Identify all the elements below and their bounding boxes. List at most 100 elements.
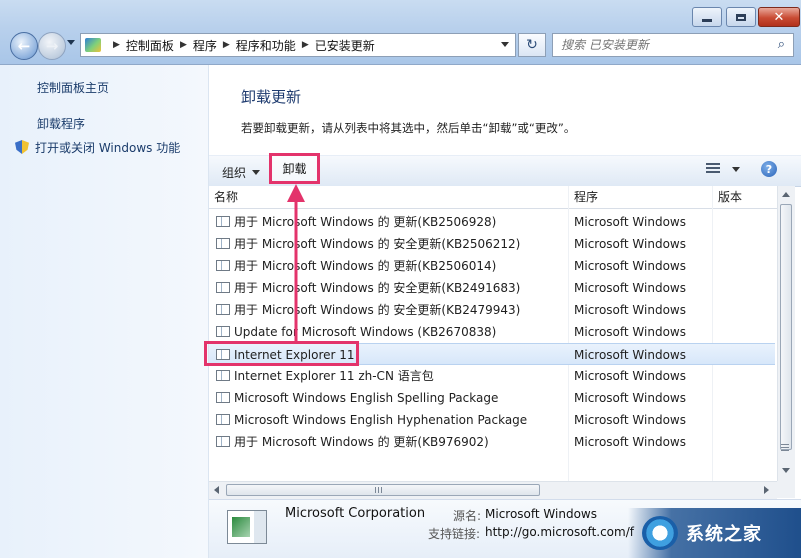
vertical-scroll-thumb[interactable] <box>780 204 792 450</box>
list-item[interactable]: 用于 Microsoft Windows 的 安全更新(KB2479943) Mi… <box>209 299 775 321</box>
update-icon <box>216 370 230 381</box>
details-support-link[interactable]: http://go.microsoft.com/f <box>485 525 634 539</box>
chevron-down-icon <box>252 170 261 175</box>
update-program: Microsoft Windows <box>574 325 686 339</box>
breadcrumb-separator-icon[interactable]: ▶ <box>113 40 120 50</box>
help-icon[interactable]: ? <box>761 161 777 177</box>
watermark-text: 系统之家 <box>686 524 762 545</box>
update-program: Microsoft Windows <box>574 413 686 427</box>
update-name: Internet Explorer 11 zh-CN 语言包 <box>234 369 434 383</box>
update-program: Microsoft Windows <box>574 237 686 251</box>
scroll-left-icon[interactable] <box>214 486 219 494</box>
scroll-down-icon[interactable] <box>782 468 790 473</box>
scroll-grip-icon <box>375 487 382 493</box>
update-icon <box>216 304 230 315</box>
maximize-button[interactable] <box>726 7 756 27</box>
back-arrow-icon: ← <box>17 37 31 55</box>
update-name: 用于 Microsoft Windows 的 安全更新(KB2491683) <box>234 281 521 295</box>
sidebar-item-uninstall-program[interactable]: 卸载程序 <box>37 115 85 132</box>
details-company: Microsoft Corporation <box>285 506 426 521</box>
list-item[interactable]: Microsoft Windows English Spelling Packa… <box>209 387 775 409</box>
recent-pages-dropdown[interactable] <box>67 40 75 45</box>
update-program: Microsoft Windows <box>574 281 686 295</box>
sidebar-item-control-panel-home[interactable]: 控制面板主页 <box>37 79 109 96</box>
list-item[interactable]: Internet Explorer 11 zh-CN 语言包 Microsoft … <box>209 365 775 387</box>
view-options-icon[interactable] <box>706 163 720 175</box>
refresh-button[interactable]: ↻ <box>518 33 546 57</box>
scroll-right-icon[interactable] <box>764 486 769 494</box>
organize-menu[interactable]: 组织 <box>222 164 261 181</box>
back-button[interactable]: ← <box>10 32 38 60</box>
view-options-dropdown-icon[interactable] <box>732 167 740 172</box>
update-program: Microsoft Windows <box>574 303 686 317</box>
minimize-icon <box>702 18 712 22</box>
details-support-label: 支持链接: <box>428 527 481 541</box>
watermark-logo-icon <box>642 516 678 550</box>
forward-button[interactable]: → <box>38 32 66 60</box>
update-large-icon <box>227 510 267 544</box>
list-item[interactable]: Microsoft Windows English Hyphenation Pa… <box>209 409 775 431</box>
minimize-button[interactable] <box>692 7 722 27</box>
update-icon <box>216 282 230 293</box>
column-header-program[interactable]: 程序 <box>569 186 713 208</box>
breadcrumb-control-panel[interactable]: 控制面板 <box>126 37 174 54</box>
breadcrumb-programs-features[interactable]: 程序和功能 <box>236 37 296 54</box>
search-icon[interactable]: ⌕ <box>778 37 785 52</box>
scroll-up-icon[interactable] <box>782 192 790 197</box>
column-header: 名称 程序 版本 <box>209 186 777 209</box>
left-task-pane: 控制面板主页 卸载程序 打开或关闭 Windows 功能 <box>0 65 209 558</box>
selection-highlight-annotation <box>204 341 359 366</box>
search-input[interactable] <box>559 37 763 53</box>
breadcrumb-separator-icon[interactable]: ▶ <box>302 40 309 50</box>
update-name: 用于 Microsoft Windows 的 更新(KB2506014) <box>234 259 497 273</box>
update-icon <box>216 216 230 227</box>
page-description: 若要卸载更新，请从列表中将其选中，然后单击“卸载”或“更改”。 <box>241 121 576 135</box>
sidebar-item-label: 打开或关闭 Windows 功能 <box>35 141 181 155</box>
update-icon <box>216 392 230 403</box>
breadcrumb-programs[interactable]: 程序 <box>193 37 217 54</box>
update-name: Microsoft Windows English Hyphenation Pa… <box>234 413 528 427</box>
list-item[interactable]: 用于 Microsoft Windows 的 更新(KB2506928) Micr… <box>209 211 775 233</box>
organize-label: 组织 <box>222 166 247 180</box>
update-icon <box>216 238 230 249</box>
breadcrumb-separator-icon[interactable]: ▶ <box>223 40 230 50</box>
horizontal-scroll-thumb[interactable] <box>226 484 540 496</box>
column-header-name[interactable]: 名称 <box>209 186 569 208</box>
update-program: Microsoft Windows <box>574 435 686 449</box>
list-item[interactable]: 用于 Microsoft Windows 的 安全更新(KB2491683) Mi… <box>209 277 775 299</box>
address-bar[interactable]: ▶ 控制面板 ▶ 程序 ▶ 程序和功能 ▶ 已安装更新 <box>80 33 516 57</box>
horizontal-scrollbar[interactable] <box>209 481 777 499</box>
sidebar-item-windows-features[interactable]: 打开或关闭 Windows 功能 <box>15 139 180 156</box>
maximize-icon <box>736 13 746 21</box>
close-button[interactable]: ✕ <box>758 7 800 27</box>
update-program: Microsoft Windows <box>574 369 686 383</box>
page-title: 卸载更新 <box>241 88 302 106</box>
update-icon <box>216 414 230 425</box>
uninstall-button[interactable]: 卸载 <box>269 153 320 184</box>
update-name: 用于 Microsoft Windows 的 安全更新(KB2479943) <box>234 303 521 317</box>
list-item[interactable]: Update for Microsoft Windows (KB2670838)… <box>209 321 775 343</box>
update-program: Microsoft Windows <box>574 348 686 362</box>
details-source-label: 源名: <box>453 509 482 523</box>
column-header-version[interactable]: 版本 <box>713 186 777 208</box>
update-icon <box>216 436 230 447</box>
update-name: Microsoft Windows English Spelling Packa… <box>234 391 499 405</box>
watermark: 系统之家 <box>628 508 801 558</box>
close-icon: ✕ <box>773 9 785 25</box>
search-box[interactable]: ⌕ <box>552 33 794 57</box>
list-item[interactable]: 用于 Microsoft Windows 的 更新(KB2506014) Micr… <box>209 255 775 277</box>
breadcrumb-separator-icon[interactable]: ▶ <box>180 40 187 50</box>
list-item[interactable]: 用于 Microsoft Windows 的 安全更新(KB2506212) Mi… <box>209 233 775 255</box>
vertical-scrollbar[interactable] <box>777 186 795 481</box>
scroll-grip-icon <box>781 444 789 451</box>
update-program: Microsoft Windows <box>574 259 686 273</box>
update-name: Update for Microsoft Windows (KB2670838) <box>234 325 497 339</box>
control-panel-icon <box>85 38 101 52</box>
control-panel-window: ✕ ← → ▶ 控制面板 ▶ 程序 ▶ 程序和功能 ▶ 已安装更新 ↻ ⌕ 控制… <box>0 0 801 558</box>
update-name: 用于 Microsoft Windows 的 更新(KB2506928) <box>234 215 497 229</box>
address-dropdown-icon[interactable] <box>501 42 509 47</box>
breadcrumb-installed-updates[interactable]: 已安装更新 <box>315 37 375 54</box>
details-source-value: Microsoft Windows <box>485 507 597 521</box>
update-icon <box>216 326 230 337</box>
list-item[interactable]: 用于 Microsoft Windows 的 更新(KB976902) Micro… <box>209 431 775 453</box>
